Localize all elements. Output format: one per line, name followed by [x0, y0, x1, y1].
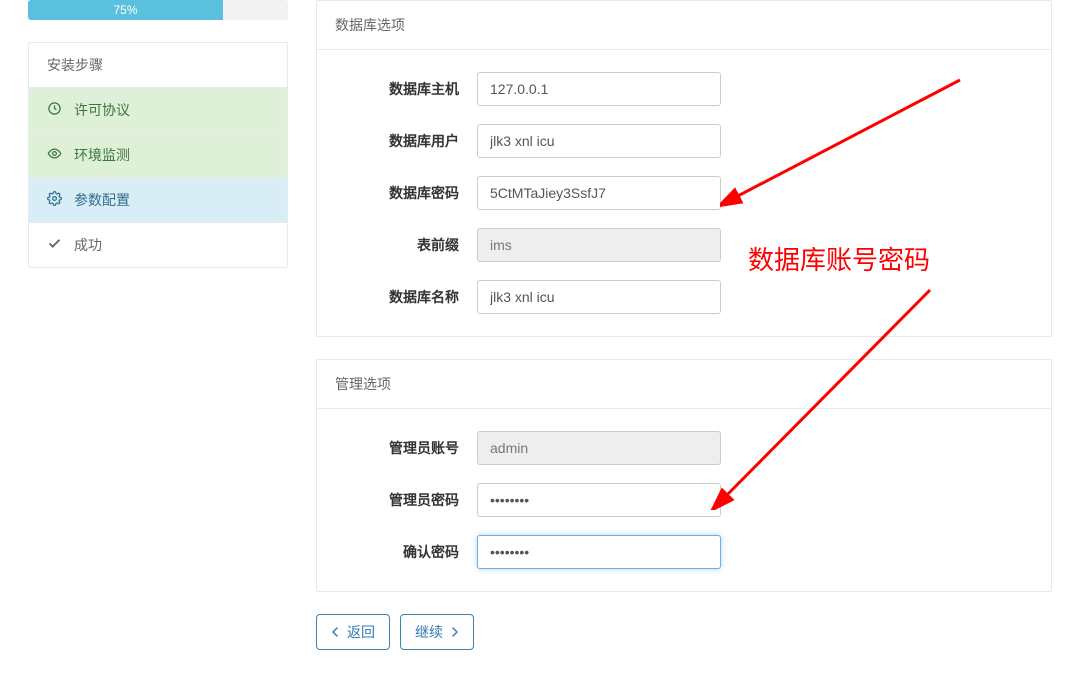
panel-title: 数据库选项: [317, 1, 1051, 50]
annotation-text: 数据库账号密码: [748, 240, 930, 277]
step-config[interactable]: 参数配置: [29, 177, 287, 222]
chevron-right-icon: [449, 624, 459, 640]
steps-title: 安装步骤: [29, 43, 287, 87]
db-user-label: 数据库用户: [335, 131, 477, 151]
next-button[interactable]: 继续: [400, 614, 474, 650]
admin-confirm-label: 确认密码: [335, 542, 477, 562]
db-password-label: 数据库密码: [335, 183, 477, 203]
admin-password-input[interactable]: [477, 483, 721, 517]
step-success[interactable]: 成功: [29, 222, 287, 267]
step-label: 参数配置: [74, 190, 130, 210]
back-button-label: 返回: [347, 622, 375, 642]
panel-title: 管理选项: [317, 360, 1051, 409]
db-options-panel: 数据库选项 数据库主机 数据库用户 数据库密码 表前缀: [316, 0, 1052, 337]
db-prefix-input[interactable]: [477, 228, 721, 262]
step-label: 许可协议: [74, 100, 130, 120]
eye-icon: [47, 146, 62, 164]
back-button[interactable]: 返回: [316, 614, 390, 650]
db-host-input[interactable]: [477, 72, 721, 106]
admin-confirm-input[interactable]: [477, 535, 721, 569]
chevron-left-icon: [331, 624, 341, 640]
admin-account-label: 管理员账号: [335, 438, 477, 458]
admin-password-label: 管理员密码: [335, 490, 477, 510]
progress-fill: 75%: [28, 0, 223, 20]
steps-list: 安装步骤 许可协议 环境监测 参数配置: [28, 42, 288, 268]
step-label: 环境监测: [74, 145, 130, 165]
db-prefix-label: 表前缀: [335, 235, 477, 255]
step-license[interactable]: 许可协议: [29, 87, 287, 132]
progress-bar: 75%: [28, 0, 288, 20]
clock-icon: [47, 101, 62, 119]
admin-account-input[interactable]: [477, 431, 721, 465]
next-button-label: 继续: [415, 622, 443, 642]
checkmark-icon: [47, 236, 62, 254]
step-environment[interactable]: 环境监测: [29, 132, 287, 177]
db-name-input[interactable]: [477, 280, 721, 314]
step-label: 成功: [74, 235, 102, 255]
db-name-label: 数据库名称: [335, 287, 477, 307]
db-host-label: 数据库主机: [335, 79, 477, 99]
db-user-input[interactable]: [477, 124, 721, 158]
admin-options-panel: 管理选项 管理员账号 管理员密码 确认密码: [316, 359, 1052, 592]
db-password-input[interactable]: [477, 176, 721, 210]
gear-icon: [47, 191, 62, 209]
